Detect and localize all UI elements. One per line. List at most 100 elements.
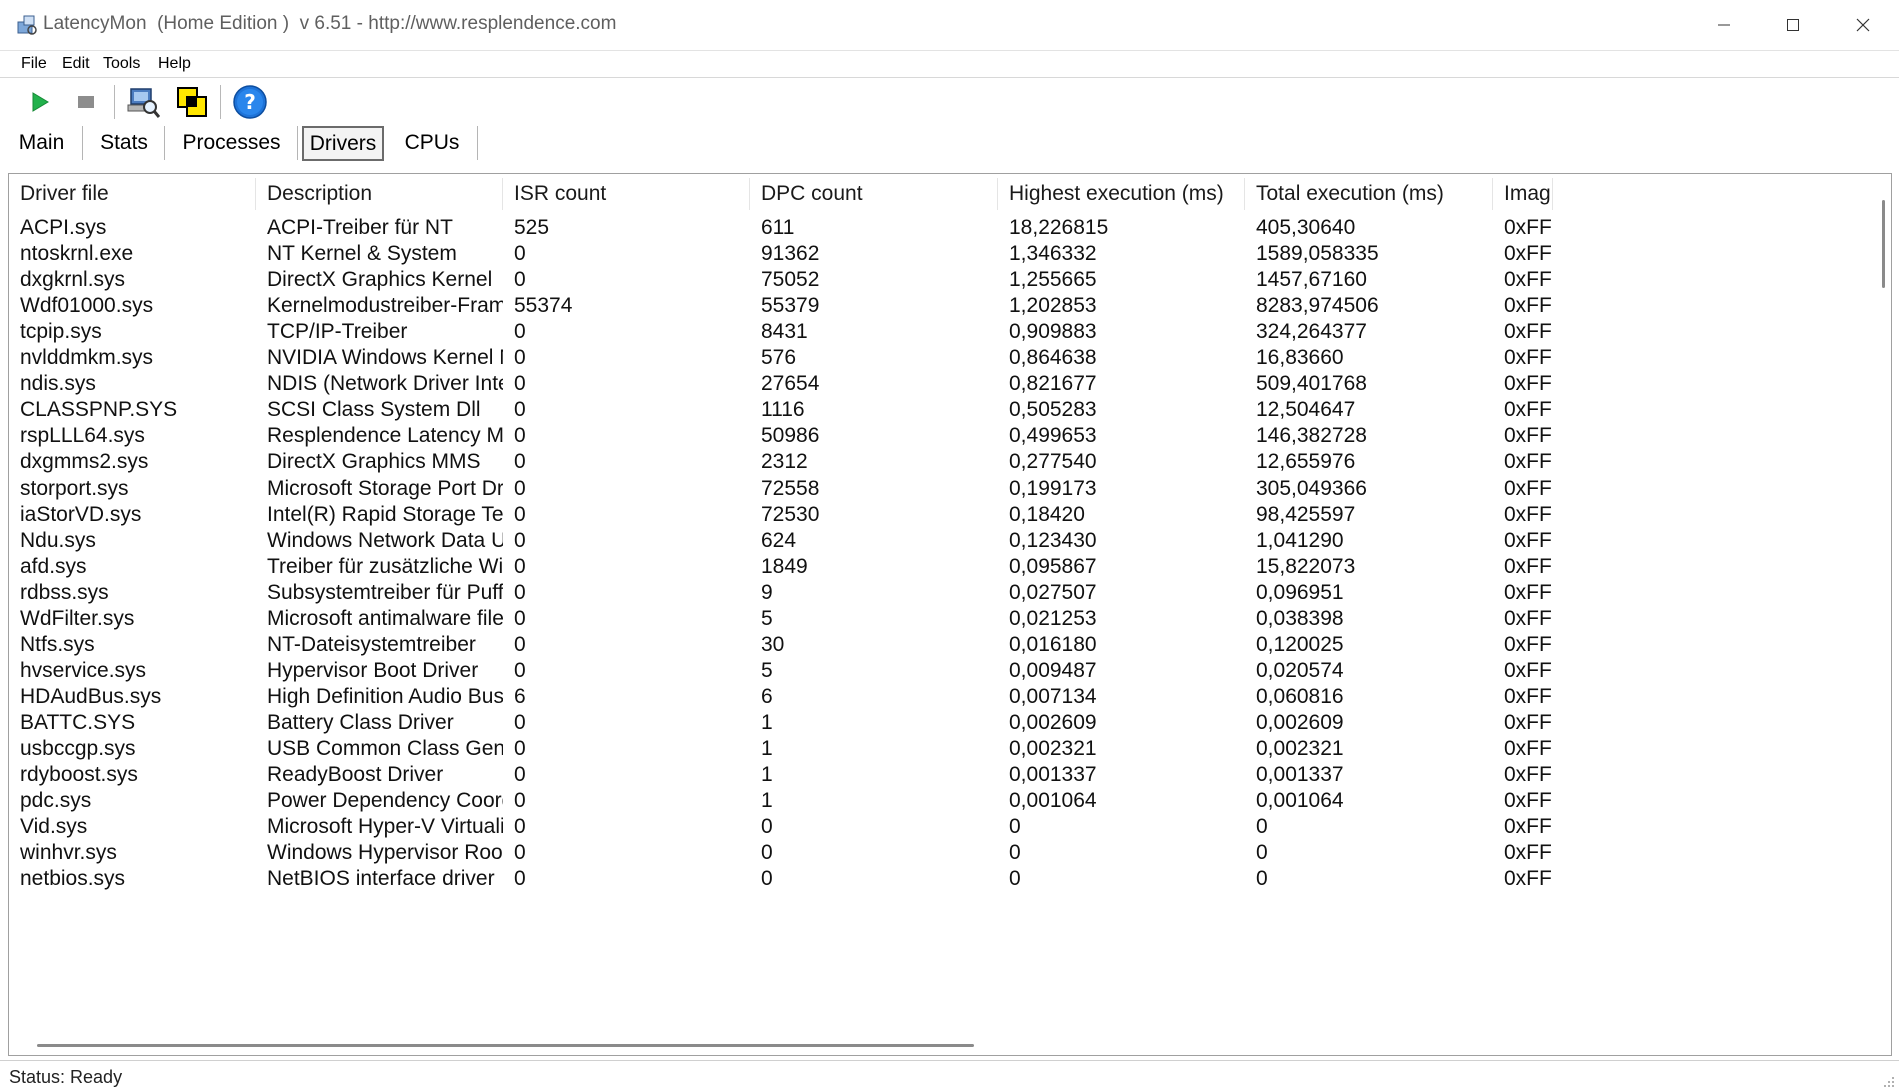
cell-dpc-count: 624 xyxy=(761,528,797,552)
cell-isr-count: 0 xyxy=(514,658,526,682)
cell-image: 0xFF xyxy=(1504,606,1552,630)
tab-stats[interactable]: Stats xyxy=(83,124,165,162)
table-row[interactable]: Ntfs.sys NT-Dateisystemtreiber 0 30 0,016180… xyxy=(9,632,1869,658)
column-header-dpc-count[interactable]: DPC count xyxy=(750,174,998,214)
menu-edit[interactable]: Edit xyxy=(62,55,90,73)
cell-dpc-count: 8431 xyxy=(761,320,808,344)
minimize-button[interactable] xyxy=(1689,0,1759,50)
cell-total-execution: 15,822073 xyxy=(1256,554,1356,578)
table-row[interactable]: rspLLL64.sys Resplendence Latency Monit..… xyxy=(9,423,1869,449)
cell-image: 0xFF xyxy=(1504,632,1552,656)
cell-total-execution: 16,83660 xyxy=(1256,346,1344,370)
close-button[interactable] xyxy=(1828,0,1898,50)
table-row[interactable]: nvlddmkm.sys NVIDIA Windows Kernel Mod...… xyxy=(9,345,1869,371)
column-header-driver-file[interactable]: Driver file xyxy=(9,174,256,214)
cell-description: TCP/IP-Treiber xyxy=(267,320,408,344)
cell-highest-execution: 1,202853 xyxy=(1009,294,1097,318)
table-row[interactable]: dxgkrnl.sys DirectX Graphics Kernel 0 75052… xyxy=(9,267,1869,293)
table-row[interactable]: CLASSPNP.SYS SCSI Class System Dll 0 1116 0,… xyxy=(9,397,1869,423)
cell-driver-file: rdyboost.sys xyxy=(20,763,138,787)
computer-search-button[interactable] xyxy=(124,83,162,121)
cell-image: 0xFF xyxy=(1504,346,1552,370)
menu-tools[interactable]: Tools xyxy=(103,55,140,73)
menu-file[interactable]: File xyxy=(21,55,47,73)
table-row[interactable]: storport.sys Microsoft Storage Port Drive… xyxy=(9,476,1869,502)
cell-highest-execution: 0 xyxy=(1009,815,1021,839)
close-icon xyxy=(1856,18,1870,32)
latencymon-window: LatencyMon (Home Edition ) v 6.51 - http… xyxy=(0,0,1899,1092)
table-row[interactable]: ntoskrnl.exe NT Kernel & System 0 91362 1,34… xyxy=(9,241,1869,267)
column-header-highest-execution[interactable]: Highest execution (ms) xyxy=(998,174,1245,214)
menu-help[interactable]: Help xyxy=(158,55,191,73)
cell-driver-file: winhvr.sys xyxy=(20,841,117,865)
cell-image: 0xFF xyxy=(1504,710,1552,734)
column-header-description[interactable]: Description xyxy=(256,174,503,214)
table-row[interactable]: Wdf01000.sys Kernelmodustreiber-Framew...… xyxy=(9,293,1869,319)
table-row[interactable]: tcpip.sys TCP/IP-Treiber 0 8431 0,909883 324,… xyxy=(9,319,1869,345)
table-row[interactable]: winhvr.sys Windows Hypervisor Root I... 0 0… xyxy=(9,840,1869,866)
table-row[interactable]: WdFilter.sys Microsoft antimalware file s… xyxy=(9,606,1869,632)
cell-highest-execution: 0,909883 xyxy=(1009,320,1097,344)
title-bar[interactable]: LatencyMon (Home Edition ) v 6.51 - http… xyxy=(0,0,1899,50)
tab-cpus[interactable]: CPUs xyxy=(386,124,478,162)
table-row[interactable]: HDAudBus.sys High Definition Audio Bus Dr… xyxy=(9,684,1869,710)
cell-description: NDIS (Network Driver Interf... xyxy=(267,372,503,396)
table-row[interactable]: Ndu.sys Windows Network Data Usa... 0 624 0,… xyxy=(9,528,1869,554)
menu-bar: File Edit Tools Help xyxy=(0,50,1899,78)
cell-highest-execution: 0,016180 xyxy=(1009,632,1097,656)
table-row[interactable]: usbccgp.sys USB Common Class Generic ... 0… xyxy=(9,736,1869,762)
cell-total-execution: 1457,67160 xyxy=(1256,268,1367,292)
cell-driver-file: usbccgp.sys xyxy=(20,737,136,760)
cell-total-execution: 305,049366 xyxy=(1256,476,1367,500)
cell-isr-count: 0 xyxy=(514,632,526,656)
cell-driver-file: HDAudBus.sys xyxy=(20,684,162,708)
vertical-scroll-thumb[interactable] xyxy=(1882,200,1885,288)
tab-main[interactable]: Main xyxy=(0,124,83,162)
table-row[interactable]: hvservice.sys Hypervisor Boot Driver 0 5 0,0… xyxy=(9,658,1869,684)
cell-dpc-count: 5 xyxy=(761,658,773,682)
cell-total-execution: 324,264377 xyxy=(1256,320,1367,344)
column-header-image[interactable]: Imag xyxy=(1493,174,1553,214)
column-header-isr-count[interactable]: ISR count xyxy=(503,174,750,214)
cell-total-execution: 1,041290 xyxy=(1256,528,1344,552)
table-row[interactable]: rdyboost.sys ReadyBoost Driver 0 1 0,001337 0… xyxy=(9,762,1869,788)
cell-description: Microsoft Storage Port Driver xyxy=(267,476,503,500)
computer-search-icon xyxy=(127,88,160,118)
cell-driver-file: tcpip.sys xyxy=(20,320,102,344)
table-row[interactable]: netbios.sys NetBIOS interface driver 0 0 0 0 0… xyxy=(9,866,1869,892)
windows-button[interactable] xyxy=(173,83,211,121)
table-row[interactable]: afd.sys Treiber für zusätzliche WinS... 0 1… xyxy=(9,554,1869,580)
cell-dpc-count: 1 xyxy=(761,737,773,760)
cell-description: NVIDIA Windows Kernel Mod... xyxy=(267,346,503,370)
table-row[interactable]: Vid.sys Microsoft Hyper-V Virtualizati...… xyxy=(9,814,1869,840)
cell-image: 0xFF xyxy=(1504,554,1552,578)
stop-button[interactable] xyxy=(67,83,105,121)
column-header-total-execution[interactable]: Total execution (ms) xyxy=(1245,174,1493,214)
cell-total-execution: 509,401768 xyxy=(1256,372,1367,396)
table-row[interactable]: iaStorVD.sys Intel(R) Rapid Storage Tech.… xyxy=(9,502,1869,528)
table-row[interactable]: ndis.sys NDIS (Network Driver Interf... 0 2… xyxy=(9,371,1869,397)
cell-description: Battery Class Driver xyxy=(267,710,454,734)
table-row[interactable]: dxgmms2.sys DirectX Graphics MMS 0 2312 0,27… xyxy=(9,449,1869,475)
start-button[interactable] xyxy=(21,83,59,121)
cell-image: 0xFF xyxy=(1504,502,1552,526)
table-row[interactable]: ACPI.sys ACPI-Treiber für NT 525 611 18,2268… xyxy=(9,215,1869,241)
table-row[interactable]: BATTC.SYS Battery Class Driver 0 1 0,002609 0… xyxy=(9,710,1869,736)
horizontal-scrollbar[interactable] xyxy=(9,1035,1871,1055)
horizontal-scroll-thumb[interactable] xyxy=(37,1044,974,1047)
vertical-scrollbar[interactable] xyxy=(1871,174,1891,1034)
tab-drivers[interactable]: Drivers xyxy=(302,126,384,161)
table-row[interactable]: pdc.sys Power Dependency Coordin... 0 1 0,00… xyxy=(9,788,1869,814)
resize-grip-icon[interactable] xyxy=(1881,1074,1895,1088)
cell-description: Windows Network Data Usa... xyxy=(267,528,503,552)
cell-total-execution: 0,038398 xyxy=(1256,606,1344,630)
cell-image: 0xFF xyxy=(1504,320,1552,344)
table-row[interactable]: rdbss.sys Subsystemtreiber für Puffer... 0… xyxy=(9,580,1869,606)
help-button[interactable]: ? xyxy=(231,83,269,121)
drivers-table[interactable]: Driver file Description ISR count DPC count… xyxy=(8,173,1892,1056)
cell-highest-execution: 0,009487 xyxy=(1009,658,1097,682)
tab-processes[interactable]: Processes xyxy=(165,124,298,162)
cell-image: 0xFF xyxy=(1504,763,1552,787)
maximize-button[interactable] xyxy=(1758,0,1828,50)
cell-total-execution: 0,096951 xyxy=(1256,580,1344,604)
